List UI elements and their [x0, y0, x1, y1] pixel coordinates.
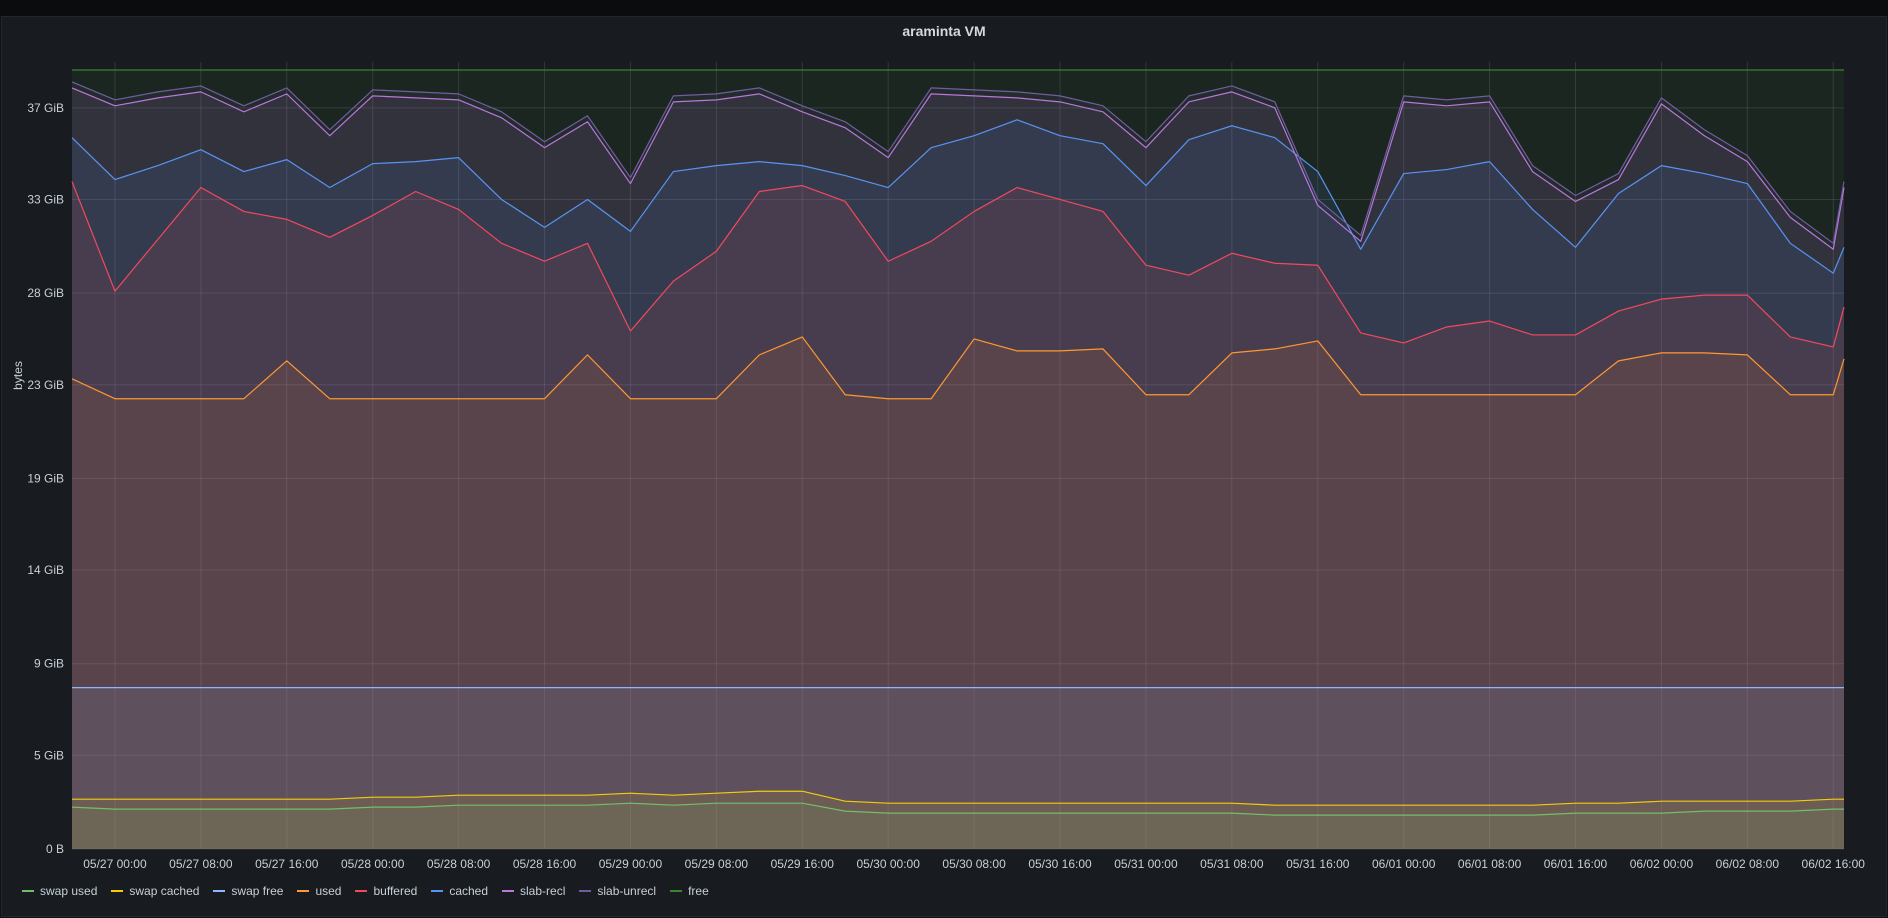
- y-tick-label: 19 GiB: [27, 471, 64, 485]
- x-tick-label: 05/30 16:00: [1028, 857, 1092, 871]
- x-tick-label: 05/29 00:00: [599, 857, 663, 871]
- y-tick-label: 23 GiB: [27, 378, 64, 392]
- x-tick-label: 05/28 16:00: [513, 857, 577, 871]
- x-tick-label: 05/30 08:00: [942, 857, 1006, 871]
- x-tick-label: 05/31 16:00: [1286, 857, 1350, 871]
- legend-label: used: [315, 884, 342, 898]
- legend-label: slab-recl: [520, 884, 566, 898]
- legend-label: slab-unrecl: [597, 884, 657, 898]
- legend-swatch: [355, 890, 368, 892]
- x-tick-label: 05/31 00:00: [1114, 857, 1178, 871]
- x-tick-label: 05/27 00:00: [83, 857, 147, 871]
- legend-item-buffered[interactable]: buffered: [355, 884, 417, 898]
- y-tick-label: 33 GiB: [27, 192, 64, 206]
- legend-label: swap cached: [129, 884, 200, 898]
- legend-swatch: [431, 890, 444, 892]
- legend-label: swap free: [231, 884, 284, 898]
- x-tick-label: 05/27 08:00: [169, 857, 233, 871]
- x-tick-label: 05/28 00:00: [341, 857, 405, 871]
- x-tick-label: 06/02 08:00: [1716, 857, 1780, 871]
- y-tick-label: 5 GiB: [34, 748, 64, 762]
- legend-swatch: [111, 890, 124, 892]
- legend-label: swap used: [40, 884, 98, 898]
- legend-swatch: [670, 890, 683, 892]
- legend: swap used swap cached swap free used buffere…: [22, 882, 709, 900]
- legend-label: free: [688, 884, 709, 898]
- x-tick-label: 05/29 08:00: [685, 857, 749, 871]
- x-tick-label: 05/30 00:00: [856, 857, 920, 871]
- y-tick-label: 28 GiB: [27, 286, 64, 300]
- x-tick-label: 06/01 00:00: [1372, 857, 1436, 871]
- legend-label: buffered: [373, 884, 418, 898]
- y-axis-label: bytes: [11, 361, 25, 390]
- legend-item-cached[interactable]: cached: [431, 884, 488, 898]
- x-tick-label: 06/02 16:00: [1802, 857, 1866, 871]
- x-tick-label: 05/27 16:00: [255, 857, 319, 871]
- legend-swatch: [213, 890, 226, 892]
- legend-item-swap-free[interactable]: swap free: [213, 884, 283, 898]
- legend-swatch: [579, 890, 592, 892]
- legend-swatch: [297, 890, 310, 892]
- legend-swatch: [22, 890, 34, 892]
- x-tick-label: 06/01 16:00: [1544, 857, 1608, 871]
- y-tick-label: 37 GiB: [27, 101, 64, 115]
- x-tick-label: 05/31 08:00: [1200, 857, 1264, 871]
- legend-item-slab-unrecl[interactable]: slab-unrecl: [579, 884, 656, 898]
- x-tick-label: 06/02 00:00: [1630, 857, 1694, 871]
- legend-item-used[interactable]: used: [297, 884, 341, 898]
- x-tick-label: 06/01 08:00: [1458, 857, 1522, 871]
- legend-item-swap-used[interactable]: swap used: [22, 884, 97, 898]
- memory-chart[interactable]: 0 B 5 GiB 9 GiB 14 GiB 19 GiB 23 GiB 28 GiB 33 …: [0, 0, 1888, 918]
- legend-swatch: [502, 890, 515, 892]
- x-tick-label: 05/29 16:00: [771, 857, 835, 871]
- y-tick-label: 9 GiB: [34, 657, 64, 671]
- legend-item-slab-recl[interactable]: slab-recl: [502, 884, 565, 898]
- x-tick-label: 05/28 08:00: [427, 857, 491, 871]
- y-tick-label: 0 B: [46, 842, 64, 856]
- legend-item-free[interactable]: free: [670, 884, 709, 898]
- legend-item-swap-cached[interactable]: swap cached: [111, 884, 199, 898]
- legend-label: cached: [449, 884, 489, 898]
- y-tick-label: 14 GiB: [27, 563, 64, 577]
